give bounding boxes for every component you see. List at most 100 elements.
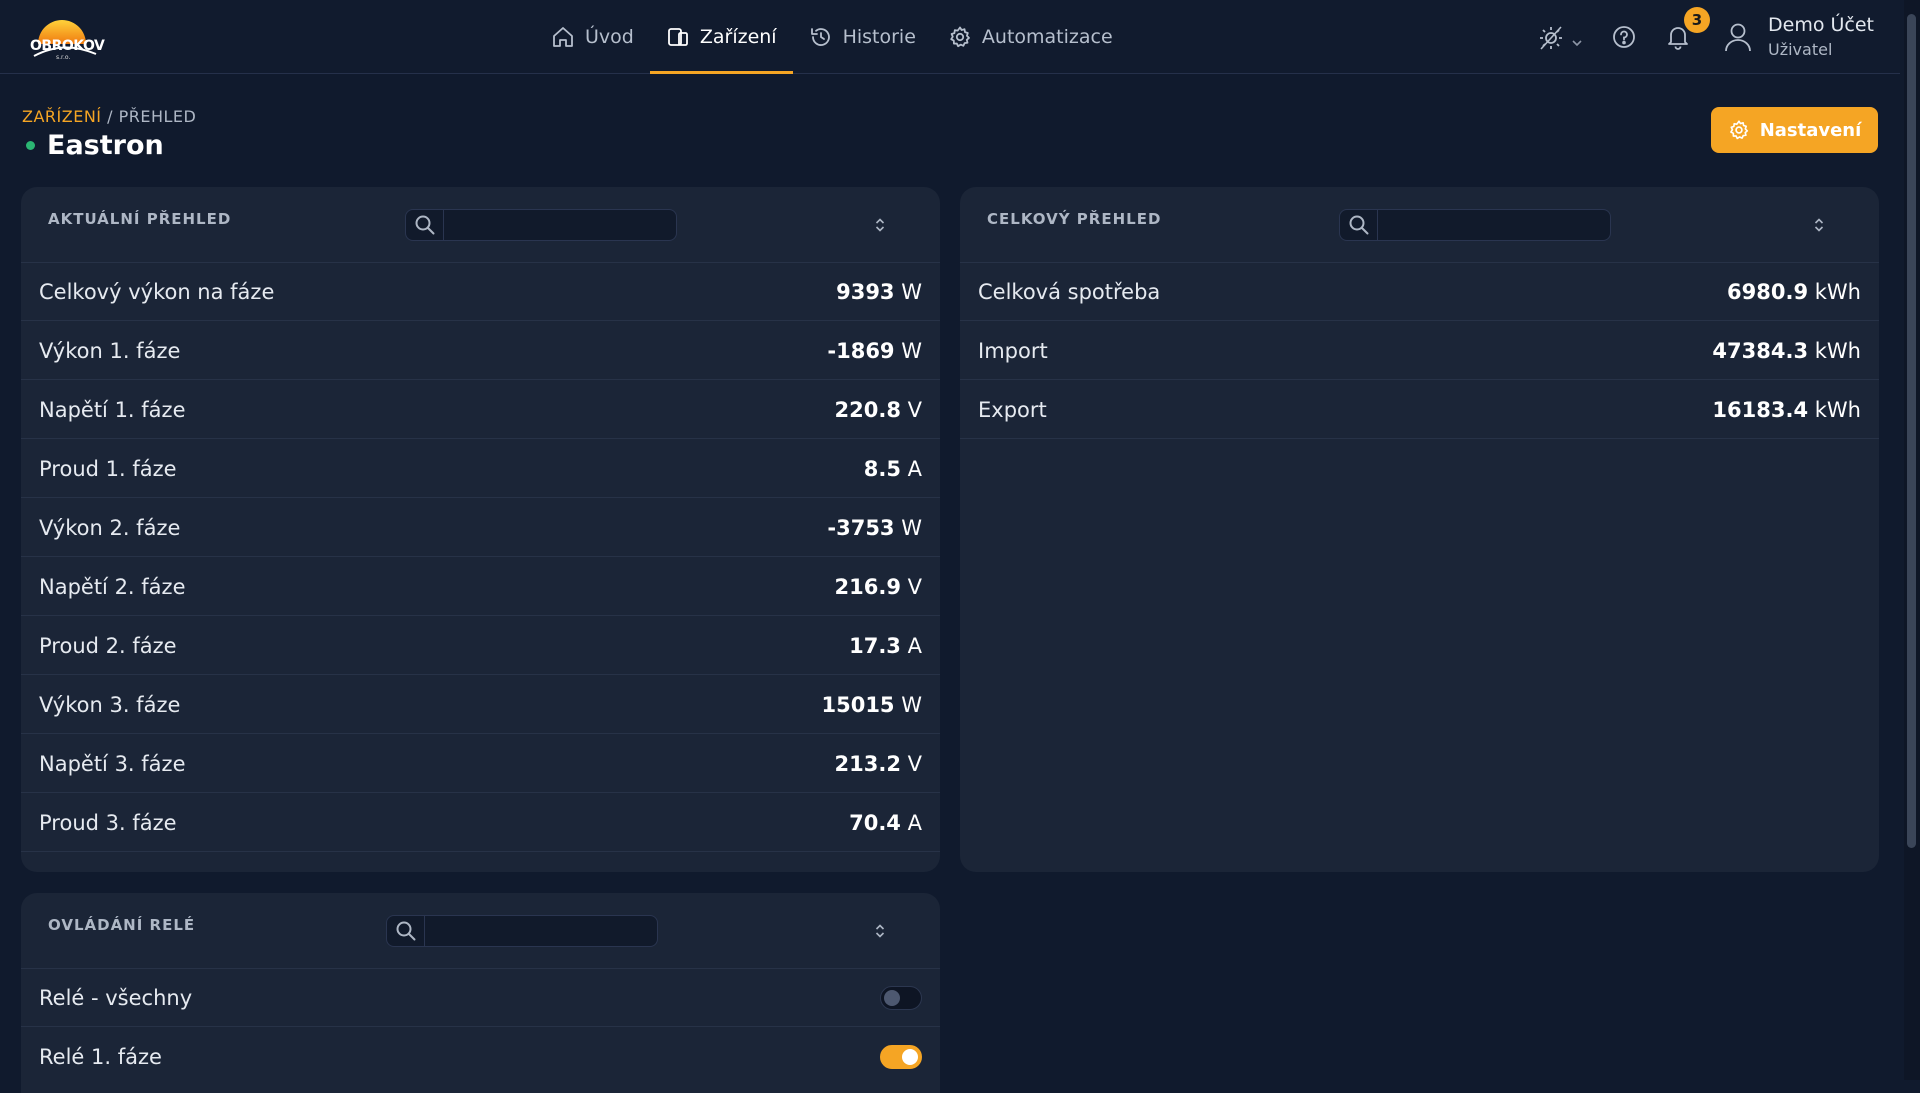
gear-icon (1729, 120, 1748, 140)
sort-toggle[interactable] (1809, 215, 1829, 235)
current-overview-search[interactable] (405, 209, 677, 241)
home-icon (553, 27, 573, 47)
devices-icon (667, 28, 688, 46)
search-input[interactable] (427, 916, 655, 946)
row-label: Výkon 1. fáze (39, 338, 181, 363)
table-row: Proud 1. fáze 8.5 A (21, 440, 940, 498)
total-overview-card: CELKOVÝ PŘEHLED Celková spotřeba 6980.9 … (960, 187, 1879, 872)
row-label: Napětí 2. fáze (39, 574, 186, 599)
sort-toggle[interactable] (870, 215, 890, 235)
settings-button-label: Nastavení (1759, 119, 1862, 141)
breadcrumb-separator: / (101, 107, 119, 126)
nav-item-home[interactable]: Úvod (535, 0, 650, 74)
sort-chevrons-icon (1814, 218, 1824, 232)
chevron-down-icon[interactable] (1571, 33, 1583, 47)
table-row: Napětí 3. fáze 213.2 V (21, 735, 940, 793)
user-avatar[interactable] (1720, 18, 1756, 56)
relay-all-toggle[interactable] (880, 985, 922, 1010)
scrollbar-thumb[interactable] (1907, 14, 1916, 848)
row-value: 70.4 A (849, 810, 922, 835)
search-icon (406, 210, 444, 240)
row-label: Proud 3. fáze (39, 810, 177, 835)
gear-icon (950, 26, 970, 48)
nav-label: Úvod (585, 26, 634, 48)
total-overview-search[interactable] (1339, 209, 1611, 241)
row-label: Celkový výkon na fáze (39, 279, 275, 304)
table-row: Výkon 3. fáze 15015 W (21, 676, 940, 734)
nav-label: Zařízení (699, 26, 777, 48)
company-logo[interactable]: OBROKOV s.r.o. (24, 12, 105, 62)
help-button[interactable] (1611, 24, 1639, 52)
row-value: 15015 W (821, 692, 922, 717)
relay-control-card: OVLÁDÁNÍ RELÉ Relé - všechny Relé 1. fáz… (21, 893, 940, 1093)
table-row: Import 47384.3 kWh (960, 322, 1879, 380)
nav-item-history[interactable]: Historie (793, 0, 932, 74)
breadcrumb-page: PŘEHLED (118, 107, 197, 126)
sort-chevrons-icon (875, 218, 885, 232)
row-value: 6980.9 kWh (1727, 279, 1861, 304)
row-value: 47384.3 kWh (1712, 338, 1861, 363)
notification-badge: 3 (1684, 7, 1710, 33)
history-icon (810, 28, 830, 46)
row-value: 216.9 V (834, 574, 923, 599)
table-row: Celkový výkon na fáze 9393 W (21, 263, 940, 321)
nav-item-automation[interactable]: Automatizace (932, 0, 1129, 74)
sort-toggle[interactable] (870, 921, 890, 941)
row-label: Relé - všechny (39, 985, 193, 1010)
row-value: 9393 W (836, 279, 922, 304)
table-row: Výkon 1. fáze -1869 W (21, 322, 940, 380)
relay-row: Relé - všechny (21, 969, 940, 1027)
row-label: Výkon 2. fáze (39, 515, 181, 540)
settings-button[interactable]: Nastavení (1711, 107, 1878, 153)
search-input[interactable] (446, 210, 674, 240)
row-value: 16183.4 kWh (1712, 397, 1861, 422)
row-label: Celková spotřeba (978, 279, 1161, 304)
card-title: OVLÁDÁNÍ RELÉ (48, 916, 196, 934)
nav-label: Historie (842, 26, 916, 48)
relay-control-search[interactable] (386, 915, 658, 947)
relay-phase-1-toggle[interactable] (880, 1045, 922, 1069)
page-title: Eastron (47, 130, 164, 161)
sort-chevrons-icon (875, 924, 885, 938)
current-overview-card: AKTUÁLNÍ PŘEHLED Celkový výkon na fáze 9… (21, 187, 940, 872)
table-row: Proud 3. fáze 70.4 A (21, 794, 940, 852)
row-value: 8.5 A (863, 456, 922, 481)
nav-item-devices[interactable]: Zařízení (649, 0, 793, 74)
main-nav: Úvod Zařízení Historie Automatizace (535, 0, 1129, 74)
row-label: Napětí 3. fáze (39, 751, 186, 776)
logo-text: OBROKOV (30, 38, 105, 54)
table-row: Export 16183.4 kWh (960, 381, 1879, 439)
row-label: Relé 1. fáze (39, 1045, 162, 1069)
row-value: -1869 W (827, 338, 922, 363)
breadcrumb-section[interactable]: ZAŘÍZENÍ (22, 107, 102, 126)
search-icon (387, 916, 425, 946)
user-name[interactable]: Demo Účet (1768, 14, 1874, 36)
row-label: Výkon 3. fáze (39, 692, 181, 717)
card-title: CELKOVÝ PŘEHLED (987, 210, 1162, 228)
breadcrumb: ZAŘÍZENÍ / PŘEHLED (22, 107, 196, 126)
row-value: 213.2 V (834, 751, 923, 776)
search-icon (1340, 210, 1378, 240)
top-bar: OBROKOV s.r.o. Úvod Zařízení Historie Au… (0, 0, 1900, 74)
row-value: -3753 W (827, 515, 922, 540)
help-icon (1613, 26, 1635, 48)
table-row: Napětí 1. fáze 220.8 V (21, 381, 940, 439)
card-title: AKTUÁLNÍ PŘEHLED (48, 210, 232, 228)
row-label: Export (978, 397, 1047, 422)
row-label: Import (978, 338, 1048, 363)
search-input[interactable] (1380, 210, 1608, 240)
table-row: Proud 2. fáze 17.3 A (21, 617, 940, 675)
page-title-row: Eastron (26, 130, 164, 161)
theme-toggle-button[interactable] (1538, 24, 1566, 52)
user-role: Uživatel (1768, 40, 1833, 59)
row-label: Proud 2. fáze (39, 633, 177, 658)
row-value: 220.8 V (834, 397, 923, 422)
nav-label: Automatizace (981, 26, 1113, 48)
logo-subtext: s.r.o. (56, 54, 71, 61)
table-row: Výkon 2. fáze -3753 W (21, 499, 940, 557)
user-icon (1725, 23, 1751, 52)
row-value: 17.3 A (849, 633, 922, 658)
relay-row: Relé 1. fáze (21, 1028, 940, 1086)
status-online-dot (26, 141, 35, 150)
row-label: Proud 1. fáze (39, 456, 177, 481)
